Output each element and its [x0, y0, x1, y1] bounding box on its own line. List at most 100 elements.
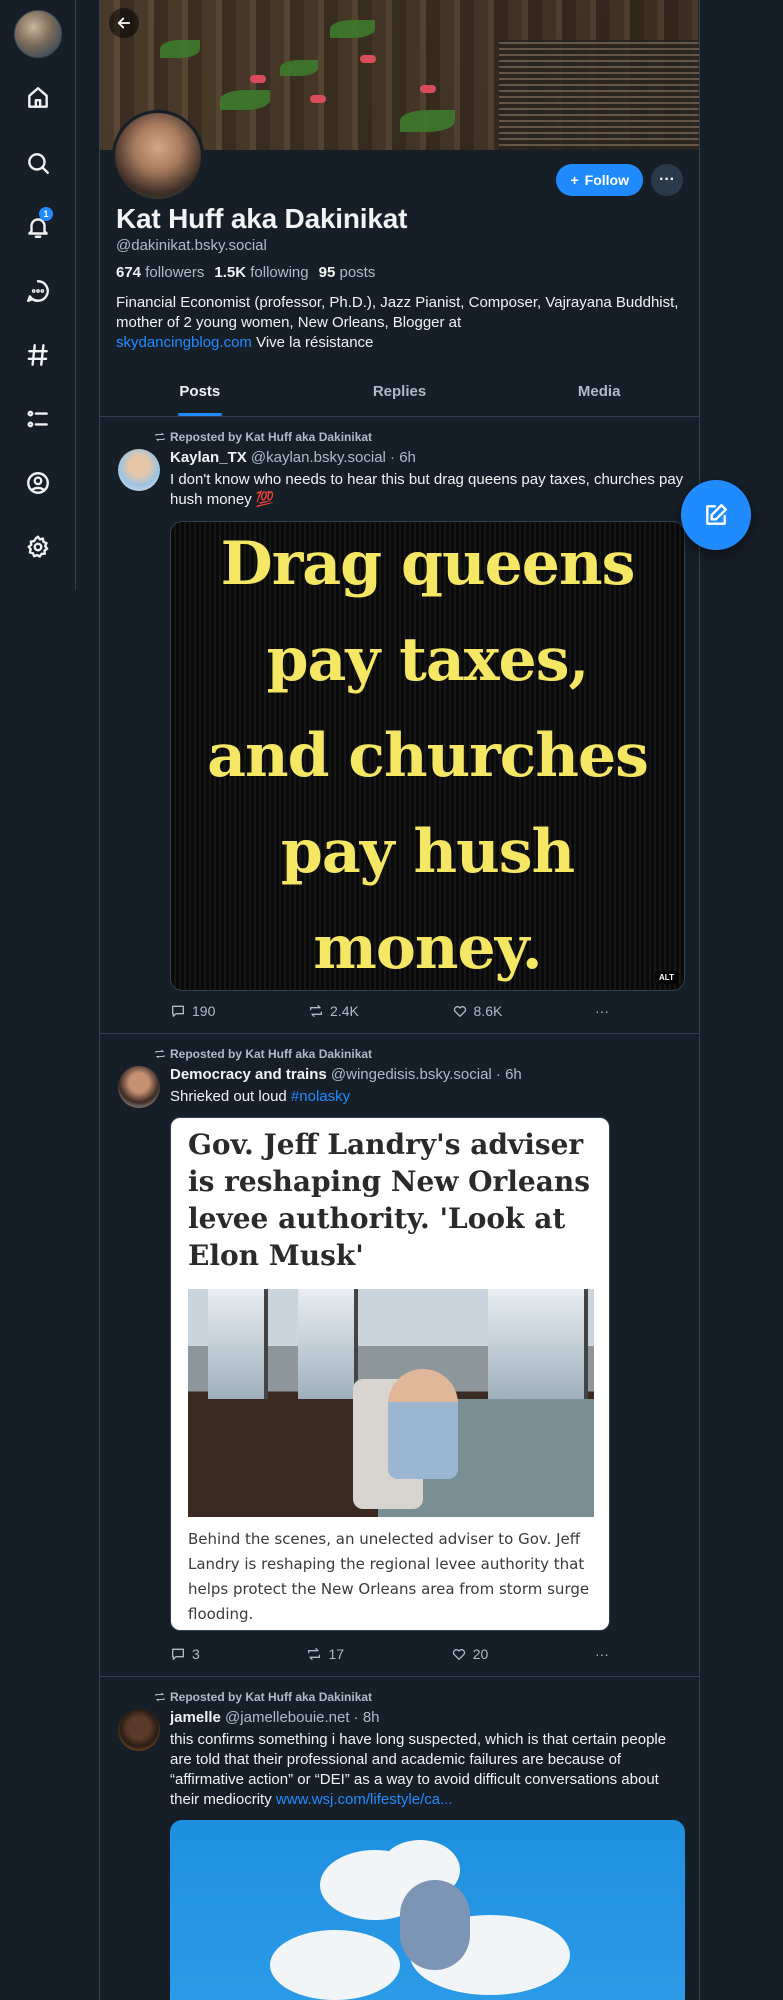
author-avatar[interactable] — [118, 1066, 160, 1108]
posts-label: posts — [339, 264, 376, 281]
follow-button[interactable]: + Follow — [556, 164, 643, 196]
search-icon — [28, 153, 49, 174]
figure-shape — [400, 1880, 470, 1970]
post-actions: 3 17 20 ··· — [170, 1646, 609, 1662]
notification-badge: 1 — [39, 207, 53, 221]
reply-button[interactable]: 190 — [170, 1003, 215, 1019]
banner-leaf — [400, 110, 455, 132]
tab-replies[interactable]: Replies — [300, 371, 500, 416]
like-button[interactable]: 20 — [451, 1646, 488, 1662]
post-text-body: Shrieked out loud — [170, 1088, 291, 1105]
banner-leaf — [220, 90, 270, 110]
profile-column: + Follow ··· Kat Huff aka Dakinikat @dak… — [99, 0, 700, 2000]
profile-icon — [27, 472, 49, 494]
post-header: Democracy and trains @wingedisis.bsky.so… — [170, 1066, 685, 1083]
banner-leaf — [160, 40, 200, 58]
repost-icon — [155, 1049, 165, 1059]
following-stat[interactable]: 1.5K following — [214, 264, 308, 281]
banner-flower — [310, 95, 326, 103]
nav-home[interactable] — [16, 76, 60, 120]
alt-badge[interactable]: ALT — [655, 971, 678, 984]
cloud-shape — [270, 1930, 400, 2000]
external-link[interactable]: www.wsj.com/lifestyle/ca... — [276, 1791, 453, 1808]
followers-label: followers — [145, 264, 205, 281]
post-more-button[interactable]: ··· — [595, 1003, 609, 1019]
like-button[interactable]: 8.6K — [452, 1003, 502, 1019]
nav-profile[interactable] — [16, 461, 60, 505]
post-item[interactable]: Reposted by Kat Huff aka Dakinikat jamel… — [100, 1677, 699, 2000]
author-name[interactable]: jamelle — [170, 1709, 221, 1726]
image-text-line: pay hush — [280, 817, 575, 887]
reply-icon — [172, 1005, 184, 1017]
profile-actions: + Follow ··· — [556, 164, 683, 196]
repost-label: Reposted by Kat Huff aka Dakinikat — [170, 1690, 373, 1704]
repost-count: 17 — [328, 1646, 345, 1662]
image-text-line: money. — [313, 913, 542, 983]
link-card[interactable]: Gov. Jeff Landry's adviser is reshaping … — [170, 1117, 610, 1631]
repost-count: 2.4K — [330, 1003, 359, 1019]
reply-button[interactable]: 3 — [170, 1646, 200, 1662]
post-image[interactable]: Drag queens pay taxes, and churches pay … — [170, 521, 685, 991]
posts-count: 95 — [318, 264, 336, 281]
banner-leaf — [280, 60, 318, 76]
image-text-line: pay taxes, — [266, 625, 590, 695]
my-avatar[interactable] — [14, 10, 62, 58]
posts-stat: 95 posts — [319, 264, 376, 281]
nav-lists[interactable] — [16, 397, 60, 441]
card-headline: Gov. Jeff Landry's adviser is reshaping … — [188, 1128, 590, 1272]
bio-text: Financial Economist (professor, Ph.D.), … — [116, 294, 679, 331]
card-photo — [188, 1289, 594, 1517]
image-text-line: and churches — [207, 721, 649, 791]
post-item[interactable]: Reposted by Kat Huff aka Dakinikat Kayla… — [100, 417, 699, 1034]
author-avatar[interactable] — [118, 1709, 160, 1751]
bio-tail: Vive la résistance — [251, 334, 374, 351]
nav-notifications[interactable]: 1 — [16, 205, 60, 249]
more-options-button[interactable]: ··· — [651, 164, 683, 196]
banner-leaf — [330, 20, 375, 38]
repost-indicator: Reposted by Kat Huff aka Dakinikat — [154, 1690, 372, 1704]
chat-icon — [27, 280, 49, 302]
profile-bio: Financial Economist (professor, Ph.D.), … — [116, 293, 683, 353]
list-icon — [27, 410, 48, 428]
repost-icon — [155, 1692, 165, 1702]
hashtag-link[interactable]: #nolasky — [291, 1088, 350, 1105]
repost-indicator: Reposted by Kat Huff aka Dakinikat — [154, 1047, 372, 1061]
author-meta: @wingedisis.bsky.social · 6h — [330, 1066, 522, 1083]
card-description: Behind the scenes, an unelected adviser … — [188, 1530, 590, 1623]
image-text: Drag queens pay taxes, and churches pay … — [207, 522, 649, 990]
compose-button[interactable] — [681, 480, 751, 550]
post-text: I don't know who needs to hear this but … — [170, 471, 684, 508]
post-actions: 190 2.4K 8.6K ··· — [170, 1003, 609, 1019]
bio-link[interactable]: skydancingblog.com — [116, 334, 252, 351]
tab-media[interactable]: Media — [499, 371, 699, 416]
repost-indicator: Reposted by Kat Huff aka Dakinikat — [154, 430, 372, 444]
photo-window — [208, 1289, 268, 1399]
tab-posts[interactable]: Posts — [100, 371, 300, 416]
profile-avatar[interactable] — [112, 110, 204, 202]
photo-person — [388, 1369, 458, 1479]
post-text: this confirms something i have long susp… — [170, 1730, 685, 1810]
repost-icon — [155, 432, 165, 442]
followers-stat[interactable]: 674 followers — [116, 264, 204, 281]
nav-settings[interactable] — [16, 525, 60, 569]
link-card-image[interactable] — [170, 1820, 685, 2000]
back-button[interactable] — [109, 8, 139, 38]
repost-button[interactable]: 17 — [306, 1646, 344, 1662]
author-name[interactable]: Kaylan_TX — [170, 449, 247, 466]
banner-flower — [360, 55, 376, 63]
author-avatar[interactable] — [118, 449, 160, 491]
nav-feeds[interactable] — [16, 333, 60, 377]
author-name[interactable]: Democracy and trains — [170, 1066, 327, 1083]
repost-button[interactable]: 2.4K — [308, 1003, 359, 1019]
nav-search[interactable] — [16, 141, 60, 185]
reply-count: 3 — [192, 1646, 200, 1662]
nav-chat[interactable] — [16, 269, 60, 313]
gear-icon — [27, 535, 49, 558]
photo-window — [488, 1289, 588, 1399]
image-text-line: Drag queens — [220, 529, 636, 599]
post-more-button[interactable]: ··· — [595, 1646, 609, 1662]
following-label: following — [250, 264, 309, 281]
post-item[interactable]: Reposted by Kat Huff aka Dakinikat Democ… — [100, 1034, 699, 1677]
reply-count: 190 — [192, 1003, 216, 1019]
post-header: Kaylan_TX @kaylan.bsky.social · 6h — [170, 449, 685, 466]
